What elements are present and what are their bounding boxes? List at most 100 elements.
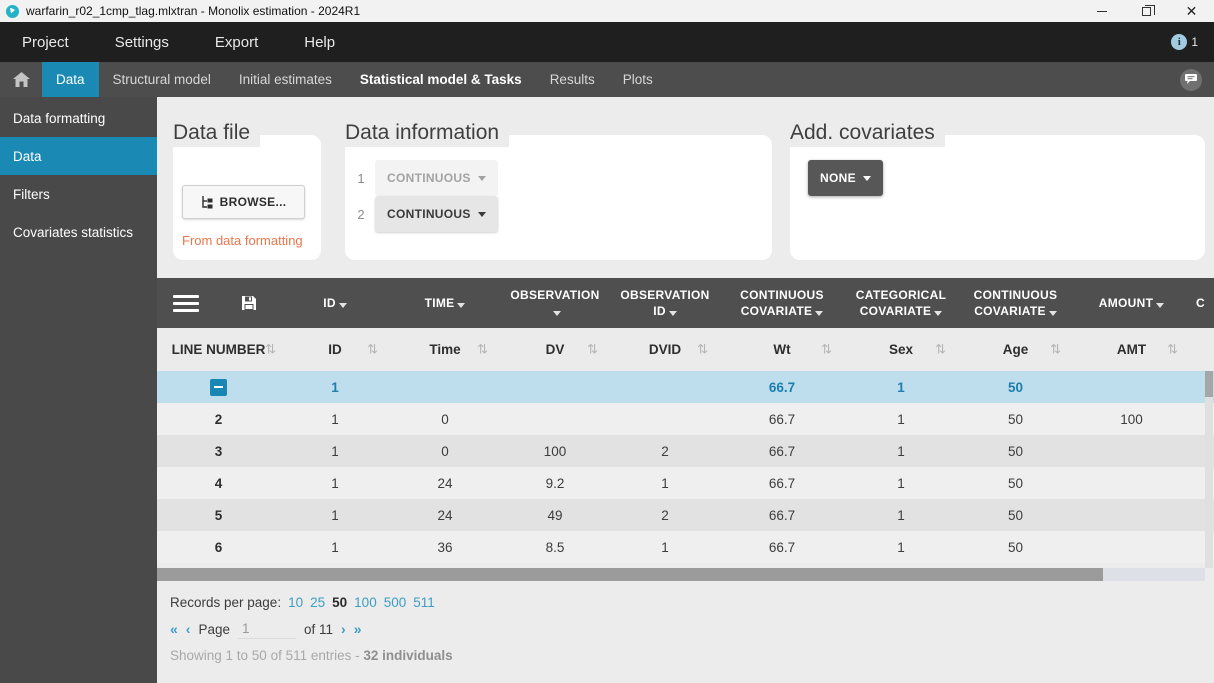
vertical-scrollbar[interactable] bbox=[1205, 371, 1213, 568]
sidebar-item-data[interactable]: Data bbox=[0, 137, 157, 175]
notification-area[interactable]: i 1 bbox=[1171, 34, 1198, 50]
last-page-button[interactable]: » bbox=[354, 621, 362, 637]
table-row[interactable]: 3 1 0 100 2 66.7 1 50 bbox=[157, 435, 1214, 467]
minimize-button[interactable] bbox=[1079, 0, 1124, 22]
window-title: warfarin_r02_1cmp_tlag.mlxtran - Monolix… bbox=[26, 4, 361, 18]
sort-icon[interactable]: ⇅ bbox=[477, 342, 488, 357]
browse-tree-icon bbox=[201, 195, 213, 208]
sort-icon[interactable]: ⇅ bbox=[587, 342, 598, 357]
sort-icon[interactable]: ⇅ bbox=[265, 342, 276, 357]
records-per-page-label: Records per page: bbox=[170, 595, 282, 610]
sidebar-item-filters[interactable]: Filters bbox=[0, 175, 157, 213]
tab-structural-model[interactable]: Structural model bbox=[99, 62, 225, 97]
add-covariates-dropdown[interactable]: NONE bbox=[808, 160, 883, 196]
sidebar-item-data-formatting[interactable]: Data formatting bbox=[0, 99, 157, 137]
column-header-amt[interactable]: AMT ⇅ bbox=[1073, 342, 1190, 357]
first-page-button[interactable]: « bbox=[170, 621, 178, 637]
records-option-511[interactable]: 511 bbox=[413, 595, 435, 610]
page-count-label: of 11 bbox=[304, 621, 334, 637]
sort-icon[interactable]: ⇅ bbox=[367, 342, 378, 357]
info-icon: i bbox=[1171, 34, 1188, 50]
column-header-wt[interactable]: Wt ⇅ bbox=[720, 342, 844, 357]
header-type-value-2: CONTINUOUS bbox=[387, 207, 471, 221]
browse-button-label: BROWSE... bbox=[219, 195, 287, 209]
sort-icon[interactable]: ⇅ bbox=[935, 342, 946, 357]
data-file-title: Data file bbox=[173, 121, 261, 147]
sort-icon[interactable]: ⇅ bbox=[1050, 342, 1061, 357]
restore-icon bbox=[1142, 4, 1155, 16]
menu-project[interactable]: Project bbox=[22, 34, 69, 51]
table-menu-button[interactable] bbox=[173, 294, 199, 312]
add-covariates-title: Add. covariates bbox=[790, 121, 945, 147]
sidebar-item-covariates-statistics[interactable]: Covariates statistics bbox=[0, 213, 157, 251]
page-label: Page bbox=[198, 621, 230, 637]
column-header-age[interactable]: Age ⇅ bbox=[958, 342, 1073, 357]
records-option-100[interactable]: 100 bbox=[354, 595, 377, 610]
type-header-amount[interactable]: AMOUNT bbox=[1073, 295, 1190, 311]
type-header-observation[interactable]: OBSERVATION bbox=[500, 287, 610, 319]
records-option-500[interactable]: 500 bbox=[384, 595, 407, 610]
tab-bar: Data Structural model Initial estimates … bbox=[0, 62, 1214, 97]
home-icon bbox=[12, 72, 30, 87]
page-number-input[interactable] bbox=[238, 619, 296, 639]
type-header-continuous-covariate-1[interactable]: CONTINUOUS COVARIATE bbox=[720, 287, 844, 319]
type-header-continuous-covariate-2[interactable]: CONTINUOUS COVARIATE bbox=[958, 287, 1073, 319]
table-row[interactable]: 2 10 66.7 1 50 100 bbox=[157, 403, 1214, 435]
type-header-time[interactable]: TIME bbox=[390, 295, 500, 311]
menu-settings[interactable]: Settings bbox=[115, 34, 169, 51]
save-icon[interactable] bbox=[241, 295, 257, 311]
sort-icon[interactable]: ⇅ bbox=[821, 342, 832, 357]
type-header-cut[interactable]: C bbox=[1190, 295, 1214, 311]
table-row[interactable]: 5 1 24 49 2 66.7 1 50 bbox=[157, 499, 1214, 531]
vertical-scrollbar-thumb[interactable] bbox=[1205, 371, 1213, 397]
tab-data[interactable]: Data bbox=[42, 62, 99, 97]
tab-plots[interactable]: Plots bbox=[609, 62, 667, 97]
table-row[interactable]: 1 66.7 1 50 bbox=[157, 371, 1214, 403]
monolix-app-icon bbox=[6, 4, 19, 18]
chevron-down-icon bbox=[338, 302, 347, 308]
type-header-categorical-covariate[interactable]: CATEGORICAL COVARIATE bbox=[844, 287, 958, 319]
table-row[interactable]: 6 1 36 8.5 1 66.7 1 50 bbox=[157, 531, 1214, 563]
feedback-chat-button[interactable] bbox=[1180, 68, 1202, 91]
chevron-down-icon bbox=[457, 302, 466, 308]
type-header-observation-id[interactable]: OBSERVATION ID bbox=[610, 287, 720, 319]
collapse-individual-button[interactable] bbox=[210, 378, 227, 396]
header-type-dropdown-1[interactable]: CONTINUOUS bbox=[375, 160, 498, 196]
pagination: Records per page: 10 25 50 100 500 511 «… bbox=[170, 595, 453, 663]
column-header-time[interactable]: Time ⇅ bbox=[390, 342, 500, 357]
column-type-header-row: ID TIME OBSERVATION OBSERVATION ID CONTI… bbox=[157, 278, 1214, 328]
minimize-icon bbox=[1096, 10, 1107, 12]
column-header-dvid[interactable]: DVID ⇅ bbox=[610, 342, 720, 357]
records-option-10[interactable]: 10 bbox=[288, 595, 303, 610]
menu-export[interactable]: Export bbox=[215, 34, 258, 51]
menu-bar: Project Settings Export Help i 1 bbox=[0, 22, 1214, 62]
column-header-id[interactable]: ID ⇅ bbox=[280, 342, 390, 357]
horizontal-scrollbar[interactable] bbox=[157, 568, 1205, 581]
menu-help[interactable]: Help bbox=[304, 34, 335, 51]
horizontal-scrollbar-thumb[interactable] bbox=[157, 568, 1103, 581]
sort-icon[interactable]: ⇅ bbox=[697, 342, 708, 357]
next-page-button[interactable]: › bbox=[341, 621, 346, 637]
close-button[interactable]: ✕ bbox=[1169, 0, 1214, 22]
records-option-50[interactable]: 50 bbox=[332, 595, 347, 610]
chevron-down-icon bbox=[1048, 311, 1057, 316]
browse-button[interactable]: BROWSE... bbox=[182, 185, 305, 219]
header-type-dropdown-2[interactable]: CONTINUOUS bbox=[375, 196, 498, 232]
data-file-panel: Data file BROWSE... From data formatting bbox=[173, 121, 321, 260]
table-row[interactable]: 4 1 24 9.2 1 66.7 1 50 bbox=[157, 467, 1214, 499]
column-header-dv[interactable]: DV ⇅ bbox=[500, 342, 610, 357]
from-data-formatting-link[interactable]: From data formatting bbox=[182, 233, 303, 248]
tab-results[interactable]: Results bbox=[536, 62, 609, 97]
restore-button[interactable] bbox=[1124, 0, 1169, 22]
chevron-down-icon bbox=[477, 175, 486, 181]
chevron-down-icon bbox=[552, 311, 561, 316]
column-header-sex[interactable]: Sex ⇅ bbox=[844, 342, 958, 357]
records-option-25[interactable]: 25 bbox=[310, 595, 325, 610]
type-header-id[interactable]: ID bbox=[280, 295, 390, 311]
sort-icon[interactable]: ⇅ bbox=[1167, 342, 1178, 357]
column-header-line-number[interactable]: LINE NUMBER ⇅ bbox=[157, 342, 280, 357]
tab-statistical-model-tasks[interactable]: Statistical model & Tasks bbox=[346, 62, 536, 97]
tab-initial-estimates[interactable]: Initial estimates bbox=[225, 62, 346, 97]
home-button[interactable] bbox=[0, 72, 42, 87]
prev-page-button[interactable]: ‹ bbox=[186, 621, 191, 637]
